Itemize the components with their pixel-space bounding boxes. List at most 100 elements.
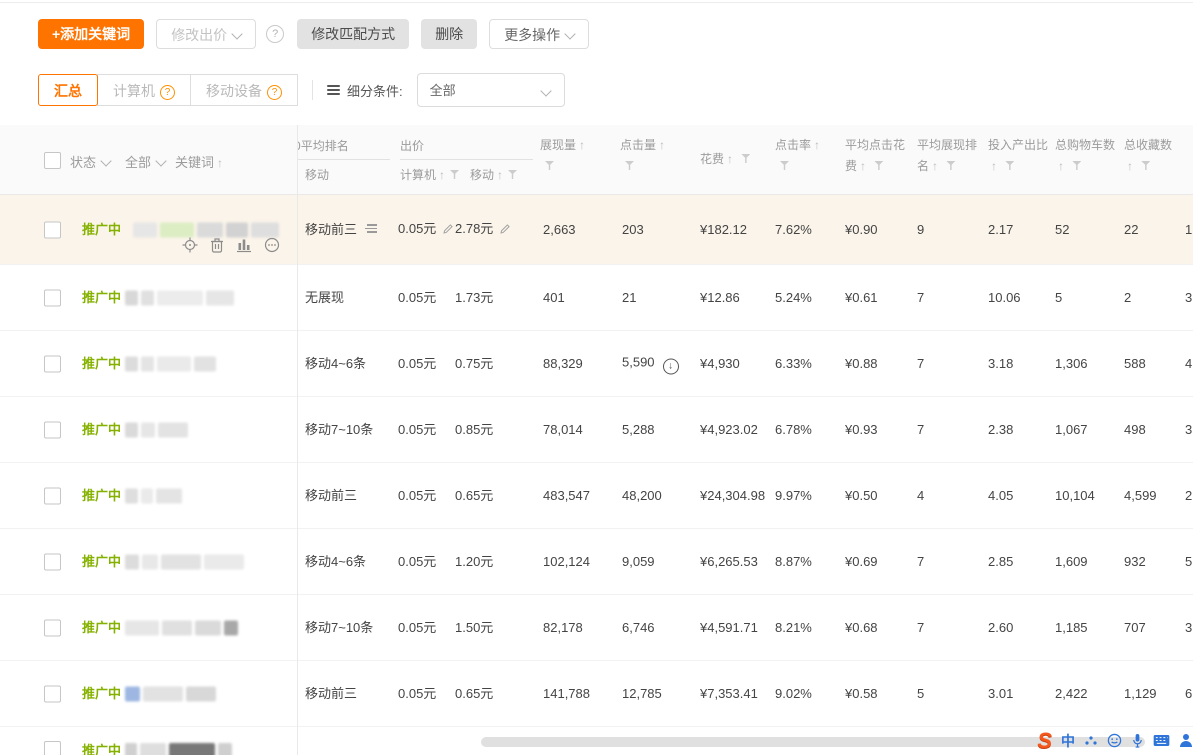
sort-arrow-icon[interactable]: ↑	[217, 156, 223, 170]
user-icon[interactable]	[1179, 733, 1193, 748]
rank-list-icon[interactable]	[363, 222, 377, 235]
col-bid-mobile[interactable]: 移动↑	[470, 166, 517, 183]
sort-arrow-icon[interactable]: ↑	[497, 168, 503, 182]
keyword-blurred[interactable]	[125, 686, 216, 701]
cell-bid-pc[interactable]: 0.05元	[398, 289, 436, 307]
col-scope[interactable]: 全部	[125, 152, 165, 171]
sort-arrow-icon[interactable]: ↑	[991, 159, 997, 173]
sort-arrow-icon[interactable]: ↑	[1058, 159, 1064, 173]
cell-bid-mobile[interactable]: 1.20元	[455, 553, 493, 571]
cell-bid-pc[interactable]: 0.05元	[398, 421, 436, 439]
row-checkbox[interactable]	[44, 221, 61, 238]
edit-pencil-icon[interactable]	[442, 223, 454, 238]
col-ctr[interactable]: 点击率↑	[775, 135, 833, 177]
table-row: 推广中 移动4~6条 0.05元 0.75元 88,329 5,590↓ ¥4,…	[0, 331, 1193, 397]
sort-arrow-icon[interactable]: ↑	[579, 138, 585, 152]
row-checkbox[interactable]	[44, 619, 61, 636]
keyword-blurred[interactable]	[125, 620, 238, 635]
filter-funnel-icon[interactable]	[1072, 161, 1081, 170]
tab-mobile[interactable]: 移动设备?	[190, 74, 298, 106]
col-clicks[interactable]: 点击量↑	[620, 135, 678, 177]
help-icon[interactable]: ?	[266, 25, 284, 43]
row-checkbox[interactable]	[44, 685, 61, 702]
filter-funnel-icon[interactable]	[946, 161, 955, 170]
tab-computer[interactable]: 计算机?	[97, 74, 191, 106]
segment-conditions-select[interactable]: 全部	[417, 73, 565, 107]
col-keyword[interactable]: 关键词↑	[175, 152, 223, 171]
cell-bid-mobile[interactable]: 0.65元	[455, 487, 493, 505]
cell-bid-pc[interactable]: 0.05元	[398, 553, 436, 571]
modify-match-button[interactable]: 修改匹配方式	[297, 19, 409, 49]
tab-summary[interactable]: 汇总	[38, 74, 98, 106]
col-roi[interactable]: 投入产出比↑	[988, 135, 1052, 177]
filter-funnel-icon[interactable]	[874, 161, 883, 170]
col-bid-pc[interactable]: 计算机↑	[400, 166, 459, 183]
col-impressions[interactable]: 展现量↑	[540, 135, 598, 177]
select-all-checkbox[interactable]	[44, 152, 61, 169]
col-avg-click-cost[interactable]: 平均点击花费↑	[845, 135, 913, 177]
col-status[interactable]: 状态	[70, 152, 110, 171]
filter-funnel-icon[interactable]	[625, 161, 634, 170]
help-icon[interactable]: ?	[267, 85, 282, 100]
help-icon[interactable]: ?	[160, 85, 175, 100]
row-checkbox[interactable]	[44, 487, 61, 504]
sogou-logo-icon[interactable]: S	[1037, 728, 1052, 754]
cell-bid-pc[interactable]: 0.05元	[398, 355, 436, 373]
more-actions-button[interactable]: 更多操作	[489, 19, 589, 49]
modify-bid-button[interactable]: 修改出价	[156, 19, 256, 49]
filter-funnel-icon[interactable]	[450, 170, 459, 179]
col-avg-impression-rank[interactable]: 平均展现排名↑	[917, 135, 985, 177]
emoji-icon[interactable]	[1107, 733, 1122, 748]
chinese-mode-icon[interactable]: 中	[1061, 731, 1075, 751]
sort-arrow-icon[interactable]: ↑	[932, 159, 938, 173]
cell-bid-pc[interactable]: 0.05元	[398, 619, 436, 637]
row-checkbox[interactable]	[44, 355, 61, 372]
cell-bid-pc[interactable]: 0.05元	[398, 685, 436, 703]
filter-funnel-icon[interactable]	[508, 170, 517, 179]
row-checkbox[interactable]	[44, 289, 61, 306]
cell-bid-mobile[interactable]: 0.65元	[455, 685, 493, 703]
row-checkbox[interactable]	[44, 421, 61, 438]
punctuation-icon[interactable]	[1084, 734, 1098, 748]
filter-funnel-icon[interactable]	[780, 161, 789, 170]
col-cart-total[interactable]: 总购物车数↑	[1055, 135, 1121, 177]
more-circle-icon[interactable]	[264, 237, 280, 253]
cell-bid-pc[interactable]: 0.05元	[398, 220, 454, 240]
target-icon[interactable]	[182, 237, 198, 253]
filter-funnel-icon[interactable]	[741, 154, 750, 163]
download-circle-icon[interactable]: ↓	[663, 358, 679, 374]
cell-bid-mobile[interactable]: 1.73元	[455, 289, 493, 307]
sort-arrow-icon[interactable]: ↑	[439, 168, 445, 182]
keyword-blurred[interactable]	[125, 290, 234, 305]
col-cost[interactable]: 花费↑	[700, 149, 780, 170]
sort-arrow-icon[interactable]: ↑	[659, 138, 665, 152]
filter-funnel-icon[interactable]	[1005, 161, 1014, 170]
keyword-blurred[interactable]	[125, 356, 216, 371]
filter-funnel-icon[interactable]	[545, 161, 554, 170]
sort-arrow-icon[interactable]: ↑	[814, 138, 820, 152]
cell-bid-mobile[interactable]: 0.75元	[455, 355, 493, 373]
keyword-blurred[interactable]	[125, 554, 244, 569]
sort-arrow-icon[interactable]: ↑	[727, 152, 733, 166]
keyword-blurred[interactable]	[133, 222, 279, 237]
cell-bid-mobile[interactable]: 2.78元	[455, 220, 511, 240]
col-fav-total[interactable]: 总收藏数↑	[1124, 135, 1176, 177]
sort-arrow-icon[interactable]: ↑	[1127, 159, 1133, 173]
cell-bid-pc[interactable]: 0.05元	[398, 487, 436, 505]
bar-chart-icon[interactable]	[236, 237, 252, 253]
microphone-icon[interactable]	[1131, 733, 1144, 748]
row-checkbox[interactable]	[44, 741, 61, 755]
delete-button[interactable]: 删除	[421, 19, 477, 49]
cell-bid-mobile[interactable]: 1.50元	[455, 619, 493, 637]
keyword-blurred[interactable]	[125, 488, 182, 503]
filter-funnel-icon[interactable]	[1141, 161, 1150, 170]
row-checkbox[interactable]	[44, 553, 61, 570]
add-keyword-button[interactable]: +添加关键词	[38, 19, 144, 49]
cell-bid-mobile[interactable]: 0.85元	[455, 421, 493, 439]
trash-icon[interactable]	[210, 237, 224, 253]
edit-pencil-icon[interactable]	[499, 223, 511, 238]
keyword-blurred[interactable]	[125, 743, 232, 755]
sort-arrow-icon[interactable]: ↑	[860, 159, 866, 173]
keyboard-icon[interactable]	[1153, 734, 1170, 747]
keyword-blurred[interactable]	[125, 422, 188, 437]
